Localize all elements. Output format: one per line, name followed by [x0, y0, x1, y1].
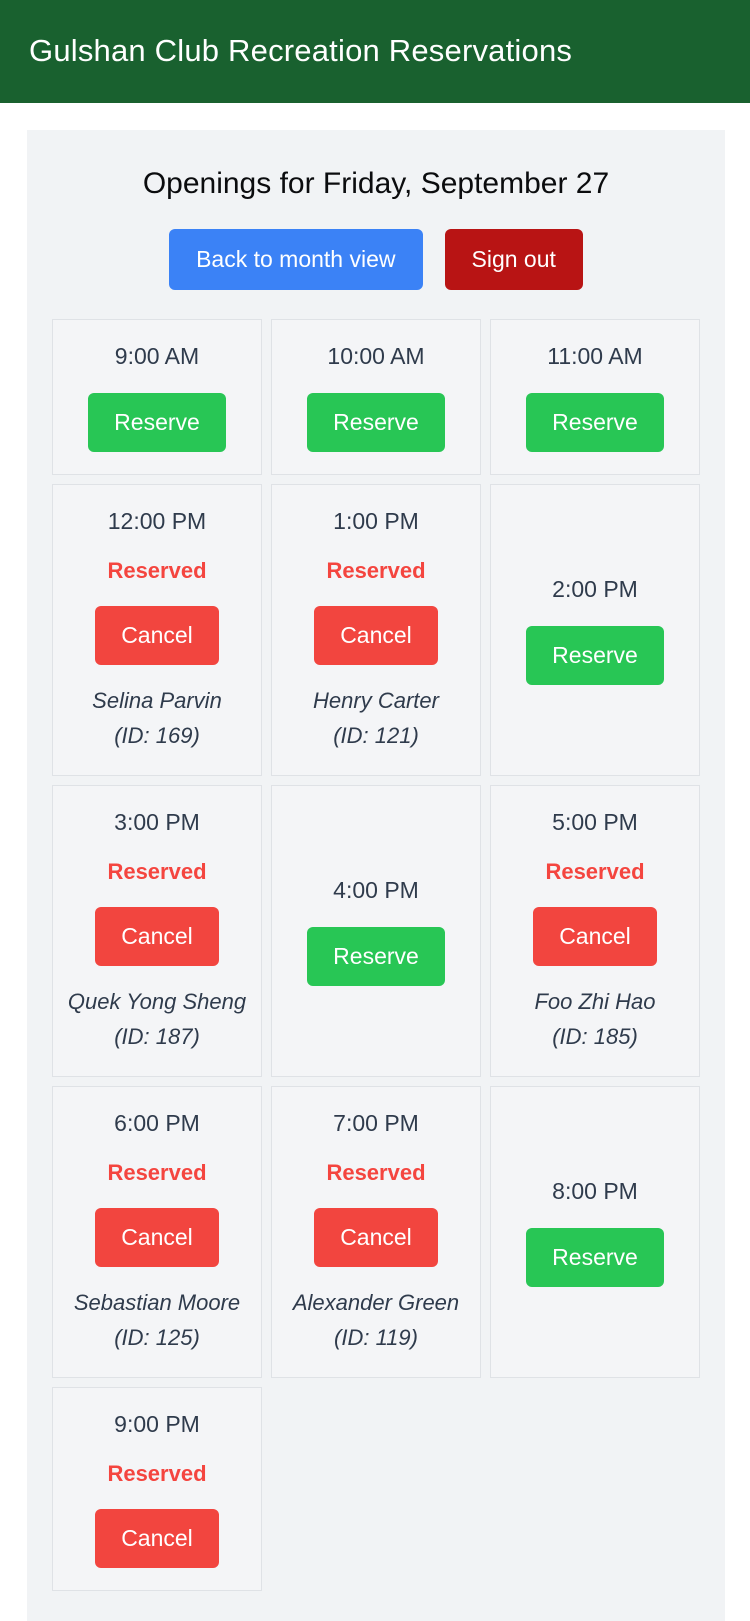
slot-time-label: 1:00 PM — [333, 507, 419, 534]
back-to-month-view-button[interactable]: Back to month view — [169, 229, 423, 290]
reservation-page: Gulshan Club Recreation Reservations Ope… — [0, 0, 750, 1621]
slot-status-badge: Reserved — [107, 858, 207, 884]
slot-time-label: 4:00 PM — [333, 877, 419, 904]
cancel-reservation-button[interactable]: Cancel — [314, 605, 438, 665]
slot-person-id: (ID: 185) — [552, 1023, 638, 1049]
reserve-button[interactable]: Reserve — [526, 1227, 664, 1287]
time-slot-card: 6:00 PM Reserved Cancel Sebastian Moore (ID:… — [52, 1086, 262, 1379]
time-slot-card: 1:00 PM Reserved Cancel Henry Carter (ID: 12… — [271, 483, 481, 776]
reserve-button[interactable]: Reserve — [526, 392, 664, 452]
cancel-reservation-button[interactable]: Cancel — [95, 1508, 219, 1568]
cancel-reservation-button[interactable]: Cancel — [95, 906, 219, 966]
slot-person-id: (ID: 187) — [114, 1023, 200, 1049]
slot-status-badge: Reserved — [107, 557, 207, 583]
slot-time-label: 6:00 PM — [114, 1110, 200, 1136]
slot-person-id: (ID: 121) — [333, 722, 419, 748]
slot-person-name: Sebastian Moore — [73, 1289, 241, 1315]
slot-person-name: Henry Carter — [313, 687, 439, 713]
time-slot-card: 12:00 PM Reserved Cancel Selina Parvin (ID: … — [52, 483, 262, 776]
slot-person-id: (ID: 169) — [114, 722, 200, 748]
cancel-reservation-button[interactable]: Cancel — [533, 906, 657, 966]
slot-person-info: Sebastian Moore (ID: 125) — [74, 1285, 240, 1355]
time-slot-card: 4:00 PM Reserve — [271, 784, 481, 1077]
time-slot-card: 8:00 PM Reserve — [490, 1086, 700, 1379]
time-slot-card: 5:00 PM Reserved Cancel Foo Zhi Hao (ID: 185… — [490, 784, 700, 1077]
slot-person-info: Selina Parvin (ID: 169) — [92, 683, 222, 753]
slot-person-info: Alexander Green (ID: 119) — [293, 1285, 459, 1355]
slot-status-badge: Reserved — [107, 1460, 207, 1486]
slot-person-name: Alexander Green — [292, 1289, 460, 1315]
sign-out-button[interactable]: Sign out — [444, 229, 583, 290]
reserve-button[interactable]: Reserve — [526, 625, 664, 685]
app-title: Gulshan Club Recreation Reservations — [29, 33, 573, 69]
content-panel: Openings for Friday, September 27 Back t… — [27, 130, 725, 1621]
slot-status-badge: Reserved — [107, 1159, 207, 1185]
slot-time-label: 3:00 PM — [114, 808, 200, 835]
slot-person-id: (ID: 125) — [114, 1324, 200, 1350]
time-slot-card: 3:00 PM Reserved Cancel Quek Yong Sheng (ID:… — [52, 784, 262, 1077]
cancel-reservation-button[interactable]: Cancel — [95, 605, 219, 665]
slot-person-name: Foo Zhi Hao — [534, 988, 656, 1014]
page-title: Openings for Friday, September 27 — [142, 167, 610, 200]
reserve-button[interactable]: Reserve — [88, 392, 226, 452]
slot-time-label: 5:00 PM — [552, 808, 638, 835]
slot-time-label: 12:00 PM — [107, 507, 207, 534]
time-slot-card: 7:00 PM Reserved Cancel Alexander Green (ID:… — [271, 1086, 481, 1379]
cancel-reservation-button[interactable]: Cancel — [314, 1207, 438, 1267]
time-slot-card: 2:00 PM Reserve — [490, 483, 700, 776]
reserve-button[interactable]: Reserve — [307, 926, 445, 986]
slot-time-label: 2:00 PM — [552, 575, 638, 602]
time-slot-card: 11:00 AM Reserve — [490, 319, 700, 475]
time-slot-card: 9:00 PM Reserved Cancel — [52, 1387, 262, 1591]
slot-person-info: Henry Carter (ID: 121) — [313, 683, 439, 753]
slot-person-name: Selina Parvin — [92, 687, 222, 713]
cancel-reservation-button[interactable]: Cancel — [95, 1207, 219, 1267]
action-bar: Back to month view Sign out — [52, 229, 700, 290]
slot-time-label: 8:00 PM — [552, 1178, 638, 1205]
slot-person-id: (ID: 119) — [334, 1324, 418, 1350]
slot-time-label: 9:00 PM — [114, 1411, 200, 1438]
slot-status-badge: Reserved — [326, 1159, 426, 1185]
slot-status-badge: Reserved — [326, 557, 426, 583]
slot-status-badge: Reserved — [545, 858, 645, 884]
slot-time-label: 9:00 AM — [114, 343, 200, 369]
time-slot-card: 10:00 AM Reserve — [271, 319, 481, 475]
slot-person-name: Quek Yong Sheng — [67, 988, 247, 1014]
app-header: Gulshan Club Recreation Reservations — [0, 0, 750, 103]
time-slot-grid: 9:00 AM Reserve 10:00 AM Reserve 11:00 AM Res… — [52, 319, 700, 1591]
slot-time-label: 10:00 AM — [327, 343, 425, 369]
slot-person-info: Foo Zhi Hao (ID: 185) — [534, 984, 655, 1054]
slot-time-label: 7:00 PM — [333, 1110, 419, 1136]
reserve-button[interactable]: Reserve — [307, 392, 445, 452]
slot-time-label: 11:00 AM — [547, 343, 643, 369]
time-slot-card: 9:00 AM Reserve — [52, 319, 262, 475]
slot-person-info: Quek Yong Sheng (ID: 187) — [68, 984, 246, 1054]
